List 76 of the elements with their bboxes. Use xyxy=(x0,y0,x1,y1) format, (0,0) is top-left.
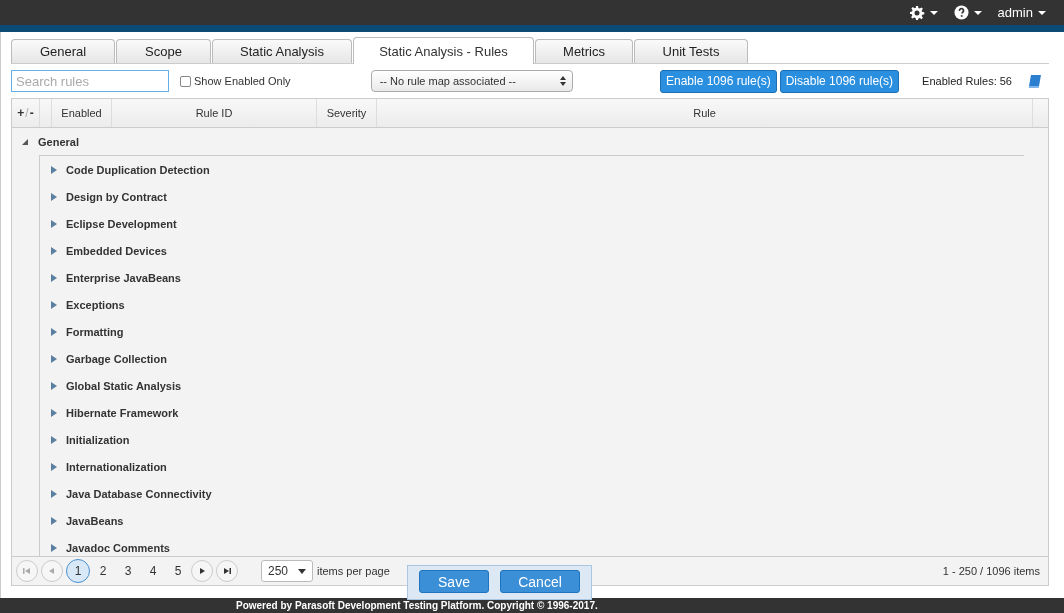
page-size-dropdown[interactable]: 250 xyxy=(261,560,313,582)
book-icon[interactable] xyxy=(1028,74,1041,88)
expand-icon[interactable] xyxy=(50,408,57,417)
page-size-label: items per page xyxy=(317,565,390,577)
tree-group-label[interactable]: Eclipse Development xyxy=(66,217,177,230)
expand-icon[interactable] xyxy=(50,381,57,390)
expand-icon[interactable] xyxy=(50,462,57,471)
collapse-icon[interactable] xyxy=(22,137,29,146)
checkbox[interactable] xyxy=(180,75,191,87)
previous-page-icon xyxy=(48,567,56,575)
expand-icon[interactable] xyxy=(50,354,57,363)
help-icon[interactable] xyxy=(953,5,969,20)
page-button[interactable]: 1 xyxy=(66,559,90,583)
expand-icon[interactable] xyxy=(50,516,57,525)
caret-icon[interactable] xyxy=(929,10,938,15)
tab[interactable]: Static Analysis xyxy=(212,39,352,63)
column-header[interactable]: Severity xyxy=(317,99,377,127)
search-field[interactable]: Search rules xyxy=(11,70,169,92)
expand-icon[interactable] xyxy=(50,489,57,498)
tree-group-label[interactable]: Global Static Analysis xyxy=(66,379,182,392)
column-header[interactable]: Rule xyxy=(377,99,1033,127)
tree-group-label[interactable]: Design by Contract xyxy=(66,190,167,203)
page-button[interactable]: 4 xyxy=(141,559,165,583)
footer-text: Powered by Parasoft Development Testing Platform. Copyright © 1996-2017. xyxy=(236,600,598,611)
tree-group-label[interactable]: Exceptions xyxy=(66,298,125,311)
updown-icon xyxy=(559,76,566,86)
tree-group-label[interactable]: Enterprise JavaBeans xyxy=(66,271,181,284)
next-page-icon xyxy=(198,567,206,575)
page-button[interactable]: 5 xyxy=(166,559,190,583)
tab[interactable]: Metrics xyxy=(535,39,633,63)
expand-icon[interactable] xyxy=(50,165,57,174)
page-button[interactable]: 3 xyxy=(116,559,140,583)
tree-group-label[interactable]: Hibernate Framework xyxy=(66,406,179,419)
tree-group-label[interactable]: Javadoc Comments xyxy=(66,541,170,554)
expand-icon[interactable] xyxy=(50,435,57,444)
expand-icon[interactable] xyxy=(50,327,57,336)
column-header[interactable]: Rule ID xyxy=(112,99,317,127)
caret-icon xyxy=(298,568,306,574)
expand-icon[interactable] xyxy=(50,219,57,228)
item-range: 1 - 250 / 1096 items xyxy=(942,565,1040,577)
tree-group-label[interactable]: Initialization xyxy=(66,433,130,446)
enabled-rules-count: Enabled Rules: 56 xyxy=(922,75,1012,87)
tree-group-label[interactable]: Java Database Connectivity xyxy=(66,487,212,500)
rule-map-dropdown[interactable]: -- No rule map associated -- xyxy=(370,70,573,92)
tree-group-label[interactable]: Garbage Collection xyxy=(66,352,167,365)
first-page-button[interactable] xyxy=(16,560,38,582)
first-page-icon xyxy=(23,567,31,575)
column-header[interactable]: Enabled xyxy=(52,99,112,127)
tab[interactable]: General xyxy=(11,39,115,63)
user-menu[interactable]: admin xyxy=(997,5,1033,20)
tree-group-label[interactable]: Internationalization xyxy=(66,460,167,473)
collapse-all-button[interactable]: - xyxy=(29,106,34,120)
next-page-button[interactable] xyxy=(191,560,213,582)
expand-icon[interactable] xyxy=(50,300,57,309)
caret-icon[interactable] xyxy=(1038,10,1046,15)
tab[interactable]: Static Analysis - Rules xyxy=(353,37,534,64)
tree-group-label[interactable]: JavaBeans xyxy=(66,514,124,527)
tree-group-label[interactable]: Code Duplication Detection xyxy=(66,163,210,176)
separator-slash: / xyxy=(25,106,29,120)
tree-group-label[interactable]: Embedded Devices xyxy=(66,244,167,257)
tab[interactable]: Unit Tests xyxy=(634,39,748,63)
caret-icon[interactable] xyxy=(973,10,982,15)
tab[interactable]: Scope xyxy=(116,39,211,63)
expand-all-button[interactable]: + xyxy=(17,106,25,120)
expand-icon[interactable] xyxy=(50,246,57,255)
tree-group-label[interactable]: General xyxy=(38,135,79,148)
checkbox-label: Show Enabled Only xyxy=(194,75,291,87)
page-button[interactable]: 2 xyxy=(91,559,115,583)
tree-group-label[interactable]: Formatting xyxy=(66,325,124,338)
last-page-button[interactable] xyxy=(216,560,238,582)
settings-icon[interactable] xyxy=(908,4,925,21)
expand-icon[interactable] xyxy=(50,543,57,552)
last-page-icon xyxy=(223,567,231,575)
expand-icon[interactable] xyxy=(50,192,57,201)
expand-icon[interactable] xyxy=(50,273,57,282)
previous-page-button[interactable] xyxy=(41,560,63,582)
